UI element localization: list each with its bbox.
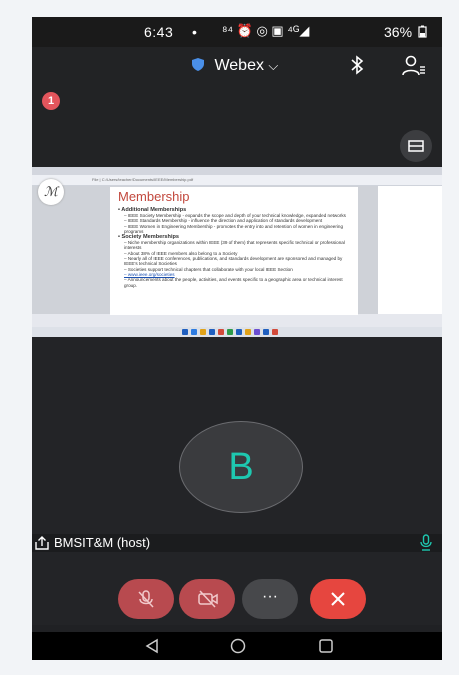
chevron-down-icon: ⌵ <box>268 58 279 73</box>
battery-icon <box>418 25 427 38</box>
shield-icon <box>192 58 204 71</box>
taskbar-app-icon <box>182 329 188 335</box>
meeting-header: Webex ⌵ 1 <box>32 47 442 167</box>
taskbar-app-icon <box>254 329 260 335</box>
shared-screen[interactable]: File | C:/Users/teacher/Documents/IEEE/M… <box>32 167 442 337</box>
slide-title: Membership <box>118 189 190 204</box>
microphone-muted-icon <box>138 590 154 608</box>
end-call-button[interactable] <box>310 579 366 619</box>
participant-name: BMSIT&M (host) <box>54 535 151 550</box>
microphone-icon <box>420 534 432 551</box>
recents-icon[interactable] <box>318 638 334 654</box>
back-icon[interactable] <box>144 638 160 654</box>
taskbar-app-icon <box>227 329 233 335</box>
screen-share-icon <box>35 536 49 550</box>
participant-name-bar: BMSIT&M (host) <box>32 534 442 552</box>
browser-url: File | C:/Users/teacher/Documents/IEEE/M… <box>92 177 194 182</box>
slide-page: Membership • Additional Memberships – IEE… <box>110 187 358 315</box>
battery-level: 36% <box>384 24 427 40</box>
status-dot: • <box>192 24 197 40</box>
taskbar-app-icon <box>209 329 215 335</box>
participant-avatar: B <box>179 421 303 513</box>
taskbar-app-icon <box>191 329 197 335</box>
taskbar-app-icon <box>236 329 242 335</box>
taskbar-app-icon <box>200 329 206 335</box>
meeting-title-dropdown[interactable]: Webex ⌵ <box>192 57 278 75</box>
meeting-controls: ··· <box>32 577 442 625</box>
status-icons: ⁸⁴ ⏰ ◎ ▣ ⁴ᴳ◢ <box>222 23 310 38</box>
layout-toggle-button[interactable] <box>400 130 432 162</box>
taskbar-app-icon <box>272 329 278 335</box>
slide-bullet: – IEEE Women in Engineering Membership -… <box>124 223 344 234</box>
windows-taskbar <box>32 327 442 337</box>
slide-bullet: – IEEE Standards Membership - influence … <box>124 218 323 224</box>
close-icon <box>331 592 345 606</box>
notification-badge[interactable]: 1 <box>42 92 60 110</box>
taskbar-app-icon <box>263 329 269 335</box>
annotate-pen-icon[interactable]: ℳ <box>38 179 64 205</box>
status-bar: 6:43 • ⁸⁴ ⏰ ◎ ▣ ⁴ᴳ◢ 36% <box>32 17 442 47</box>
video-off-icon <box>198 590 218 608</box>
slide-body: • Additional Memberships – IEEE Society M… <box>118 207 354 288</box>
taskbar-app-icon <box>218 329 224 335</box>
layout-icon <box>408 140 424 152</box>
slide-bullet: – Niche membership organizations within … <box>124 240 345 251</box>
pdf-side-panel <box>378 186 442 314</box>
taskbar-app-icon <box>245 329 251 335</box>
mute-button[interactable] <box>118 579 174 619</box>
slide-bullet: – Nearly all of IEEE conferences, public… <box>124 256 343 267</box>
more-options-button[interactable]: ··· <box>242 579 298 619</box>
bluetooth-icon[interactable] <box>350 55 364 80</box>
phone-screen: 6:43 • ⁸⁴ ⏰ ◎ ▣ ⁴ᴳ◢ 36% Webex ⌵ 1 File |… <box>32 17 442 660</box>
navigation-bar <box>32 632 442 660</box>
home-icon[interactable] <box>230 638 246 654</box>
participants-icon[interactable] <box>402 55 426 77</box>
status-time: 6:43 <box>144 24 174 40</box>
browser-tab-strip <box>32 167 442 175</box>
app-title: Webex <box>214 57 264 74</box>
slide-bullet: – Announcements about the people, activi… <box>124 277 343 288</box>
stop-video-button[interactable] <box>179 579 235 619</box>
